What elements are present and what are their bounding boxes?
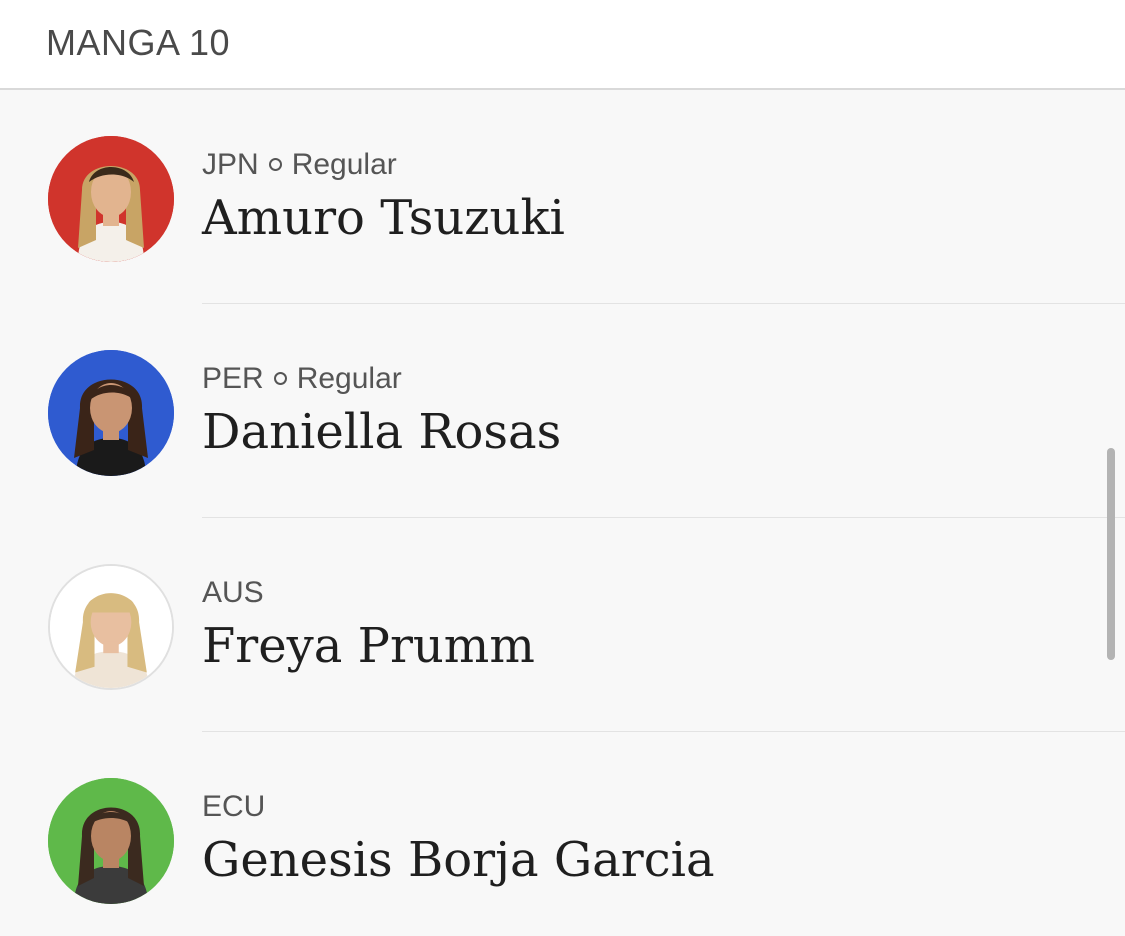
athlete-photo-icon xyxy=(48,778,174,904)
athlete-photo-icon xyxy=(48,350,174,476)
athlete-avatar xyxy=(48,350,174,476)
athlete-stance: Regular xyxy=(296,362,402,395)
athlete-name: Genesis Borja Garcia xyxy=(202,832,715,888)
athlete-row[interactable]: ECU Genesis Borja Garcia xyxy=(0,732,1125,936)
athlete-name: Amuro Tsuzuki xyxy=(202,190,565,246)
athlete-country: AUS xyxy=(202,576,264,609)
separator-dot-icon xyxy=(273,371,287,385)
athlete-meta: JPN Regular xyxy=(202,148,397,182)
athlete-meta: ECU xyxy=(202,790,265,824)
athlete-row[interactable]: PER Regular Daniella Rosas xyxy=(0,304,1125,518)
athlete-name: Freya Prumm xyxy=(202,618,535,674)
heat-title: MANGA 10 xyxy=(46,22,231,63)
athlete-avatar xyxy=(48,778,174,904)
athlete-stance: Regular xyxy=(291,148,397,181)
heat-screen: MANGA 10 JPN Regular Amuro Tsuzuki PER R… xyxy=(0,0,1125,936)
athlete-country: ECU xyxy=(202,790,266,823)
separator-dot-icon xyxy=(268,157,282,171)
athlete-row[interactable]: JPN Regular Amuro Tsuzuki xyxy=(0,90,1125,304)
athlete-meta: AUS xyxy=(202,576,264,610)
athlete-row[interactable]: AUS Freya Prumm xyxy=(0,518,1125,732)
athlete-photo-icon xyxy=(48,136,174,262)
scrollbar[interactable] xyxy=(1107,448,1115,660)
heat-header: MANGA 10 xyxy=(0,0,1125,90)
athlete-avatar xyxy=(48,564,174,690)
athlete-avatar xyxy=(48,136,174,262)
athlete-name: Daniella Rosas xyxy=(202,404,562,460)
athlete-meta: PER Regular xyxy=(202,362,402,396)
athlete-photo-icon xyxy=(50,566,172,688)
athlete-country: PER xyxy=(202,362,264,395)
athlete-country: JPN xyxy=(202,148,259,181)
